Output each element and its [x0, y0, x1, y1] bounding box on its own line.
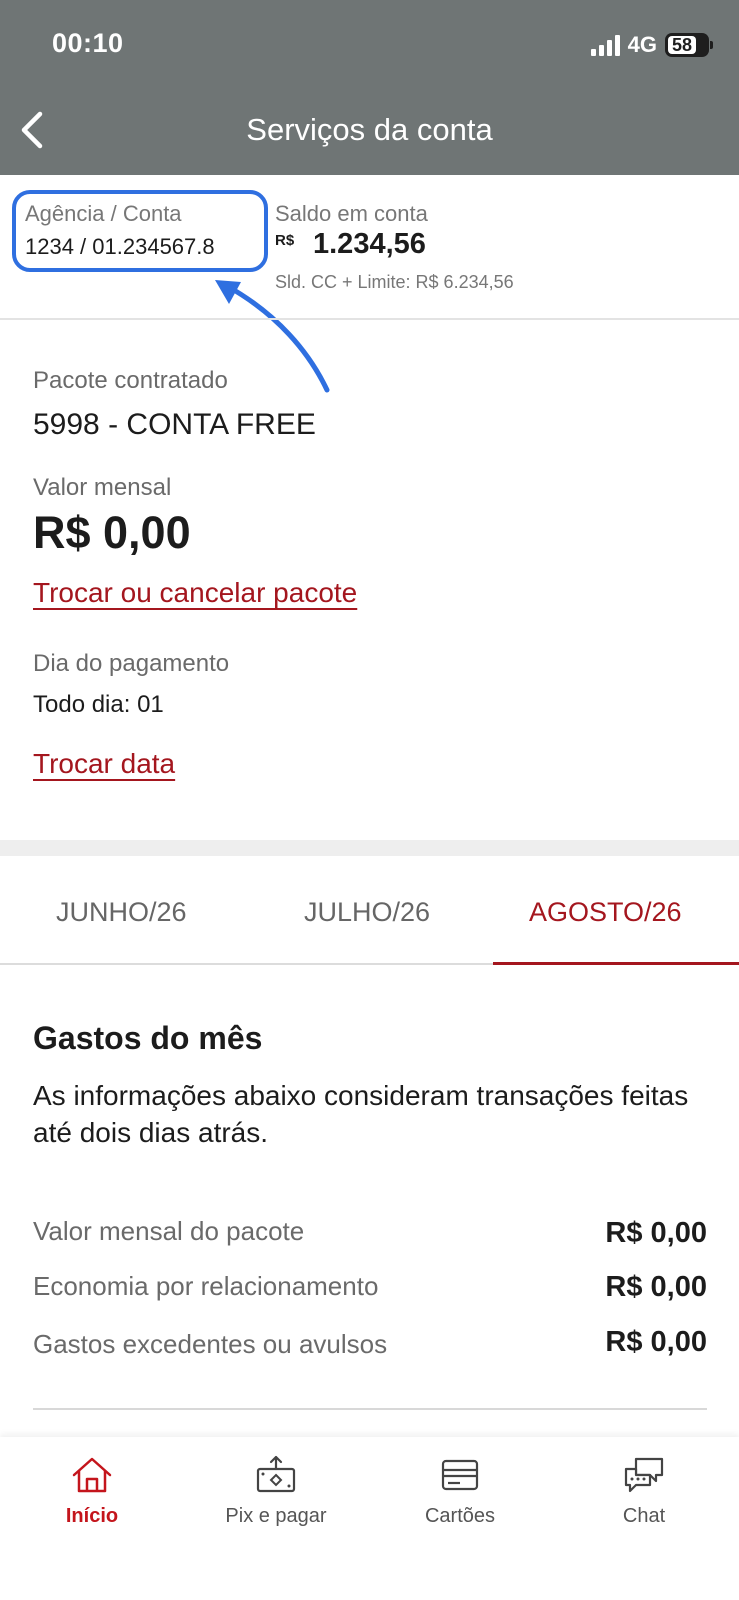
tab-august[interactable]: AGOSTO/26 — [529, 897, 682, 928]
section-separator — [0, 840, 739, 856]
row-extra-label: Gastos excedentes ou avulsos — [33, 1329, 388, 1359]
payment-day-value: Todo dia: 01 — [33, 691, 164, 718]
nav-chat-label: Chat — [622, 1505, 666, 1527]
spending-title: Gastos do mês — [33, 1020, 263, 1056]
bottom-nav: Início Pix e pagar Cartões Chat — [0, 1437, 739, 1600]
cards-icon — [441, 1459, 479, 1491]
row-package-value: R$ 0,00 — [605, 1217, 707, 1249]
change-package-link[interactable]: Trocar ou cancelar pacote — [33, 577, 357, 609]
tab-june[interactable]: JUNHO/26 — [56, 897, 187, 928]
status-time: 00:10 — [52, 28, 124, 58]
monthly-value: R$ 0,00 — [33, 507, 191, 558]
nav-home[interactable]: Início — [0, 1455, 184, 1528]
row-economy-value: R$ 0,00 — [605, 1271, 707, 1303]
nav-chat[interactable]: Chat — [552, 1455, 736, 1528]
active-tab-indicator — [493, 962, 739, 965]
balance-value: 1.234,56 — [313, 228, 426, 260]
status-indicators: 4G 58 — [590, 32, 713, 58]
balance-label: Saldo em conta — [275, 201, 428, 226]
battery-icon: 58 — [665, 33, 713, 57]
nav-home-label: Início — [65, 1505, 119, 1527]
package-label: Pacote contratado — [33, 367, 228, 394]
home-icon — [72, 1457, 112, 1493]
package-name: 5998 - CONTA FREE — [33, 408, 316, 441]
tab-july[interactable]: JULHO/26 — [304, 897, 430, 928]
agency-account-value: 1234 / 01.234567.8 — [25, 234, 215, 259]
nav-pix-pay[interactable]: Pix e pagar — [184, 1455, 368, 1528]
nav-pix-pay-label: Pix e pagar — [225, 1505, 327, 1527]
page-title: Serviços da conta — [246, 112, 493, 147]
spending-description: As informações abaixo consideram transaç… — [33, 1080, 689, 1148]
agency-account-label: Agência / Conta — [25, 201, 182, 226]
network-type: 4G — [627, 32, 657, 57]
app-header: 00:10 4G 58 Serviços da conta — [0, 0, 739, 175]
row-economy-label: Economia por relacionamento — [33, 1271, 379, 1301]
divider — [33, 1408, 707, 1410]
row-package-label: Valor mensal do pacote — [33, 1216, 305, 1246]
chat-icon — [624, 1457, 664, 1493]
signal-icon — [590, 34, 620, 56]
pix-pay-icon — [256, 1455, 296, 1493]
battery-level: 58 — [668, 36, 696, 54]
payment-day-label: Dia do pagamento — [33, 650, 230, 677]
change-date-link[interactable]: Trocar data — [33, 748, 175, 780]
divider — [0, 318, 739, 320]
monthly-label: Valor mensal — [33, 474, 172, 501]
balance-currency: R$ — [275, 232, 295, 249]
row-extra-value: R$ 0,00 — [605, 1326, 707, 1358]
month-tabs: JUNHO/26 JULHO/26 AGOSTO/26 — [0, 856, 739, 966]
nav-cards[interactable]: Cartões — [368, 1455, 552, 1528]
nav-cards-label: Cartões — [424, 1505, 496, 1527]
